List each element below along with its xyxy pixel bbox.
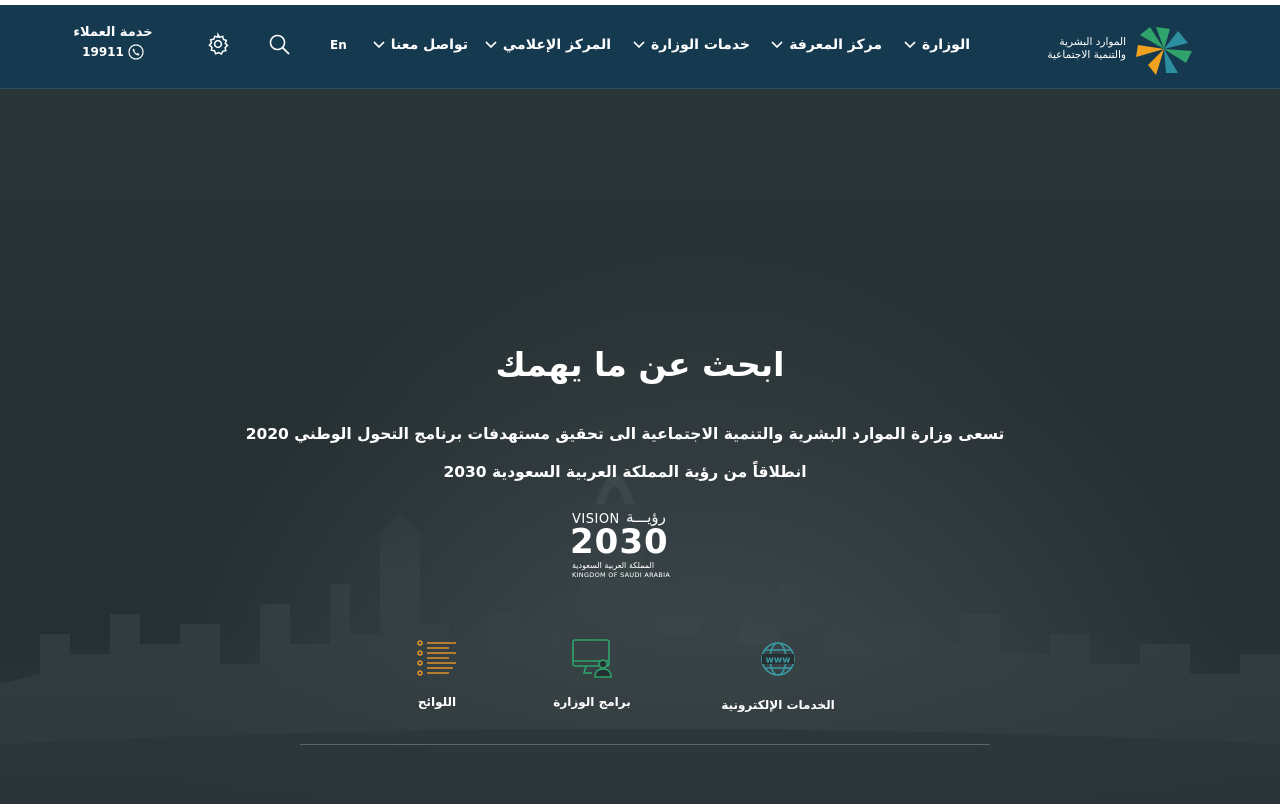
customer-service-title: خدمة العملاء: [73, 25, 153, 40]
navbar: الموارد البشرية والتنمية الاجتماعية الوز…: [0, 5, 1280, 89]
nav-ministry-services[interactable]: خدمات الوزارة: [633, 37, 750, 53]
logo-text-line2: والتنمية الاجتماعية: [1047, 49, 1126, 61]
nav-knowledge-center[interactable]: مركز المعرفة: [771, 37, 882, 53]
quick-link-regulations[interactable]: اللوائح: [402, 639, 472, 709]
nav-media-center-label: المركز الإعلامي: [502, 37, 611, 53]
ministry-logo[interactable]: الموارد البشرية والتنمية الاجتماعية: [1047, 22, 1196, 76]
vision-subtitle-ar: المملكة العربية السعودية: [572, 561, 655, 570]
list-icon: [417, 640, 456, 676]
gear-icon[interactable]: [206, 32, 230, 56]
ministry-logo-icon: [1136, 27, 1192, 75]
monitor-user-icon: [572, 639, 612, 678]
nav-ministry[interactable]: الوزارة: [904, 37, 970, 53]
nav-contact-us-label: تواصل معنا: [390, 37, 468, 53]
chevron-down-icon: [633, 41, 645, 49]
nav-contact-us[interactable]: تواصل معنا: [373, 37, 468, 53]
hero-title: ابحث عن ما يهمك: [495, 345, 785, 384]
chevron-down-icon: [373, 41, 385, 49]
search-icon[interactable]: [268, 33, 292, 57]
chevron-down-icon: [485, 41, 497, 49]
hero-section: ابحث عن ما يهمك تسعى وزارة الموارد البشر…: [0, 89, 1280, 804]
logo-text: الموارد البشرية والتنمية الاجتماعية: [1047, 36, 1126, 62]
vision-2030-logo: VISION رؤيـــة 2030 المملكة العربية السع…: [568, 508, 680, 584]
nav-ministry-services-label: خدمات الوزارة: [650, 37, 750, 53]
hero-divider: [300, 744, 990, 745]
nav-media-center[interactable]: المركز الإعلامي: [485, 37, 611, 53]
hero-description: تسعى وزارة الموارد البشرية والتنمية الاج…: [245, 425, 1005, 481]
vision-year: 2030: [570, 522, 669, 562]
quick-link-regulations-label: اللوائح: [417, 695, 457, 709]
quick-link-eservices-label: الخدمات الإلكترونية: [721, 698, 835, 712]
logo-text-line1: الموارد البشرية: [1059, 36, 1126, 48]
customer-service-number: 19911: [82, 45, 124, 59]
quick-link-ministry-programs[interactable]: برامج الوزارة: [542, 637, 642, 709]
www-globe-icon: www: [761, 642, 795, 676]
nav-knowledge-center-label: مركز المعرفة: [789, 37, 882, 53]
nav-ministry-label: الوزارة: [921, 37, 970, 53]
quick-link-eservices[interactable]: www الخدمات الإلكترونية: [718, 640, 838, 712]
quick-link-ministry-programs-label: برامج الوزارة: [553, 695, 631, 709]
vision-subtitle-en: KINGDOM OF SAUDI ARABIA: [572, 571, 671, 579]
chevron-down-icon: [771, 41, 783, 49]
svg-text:www: www: [766, 656, 791, 666]
customer-service-phone: 19911: [70, 44, 156, 60]
chevron-down-icon: [904, 41, 916, 49]
phone-icon: [128, 44, 144, 60]
customer-service[interactable]: خدمة العملاء 19911: [70, 25, 156, 60]
language-switch[interactable]: En: [330, 38, 347, 52]
